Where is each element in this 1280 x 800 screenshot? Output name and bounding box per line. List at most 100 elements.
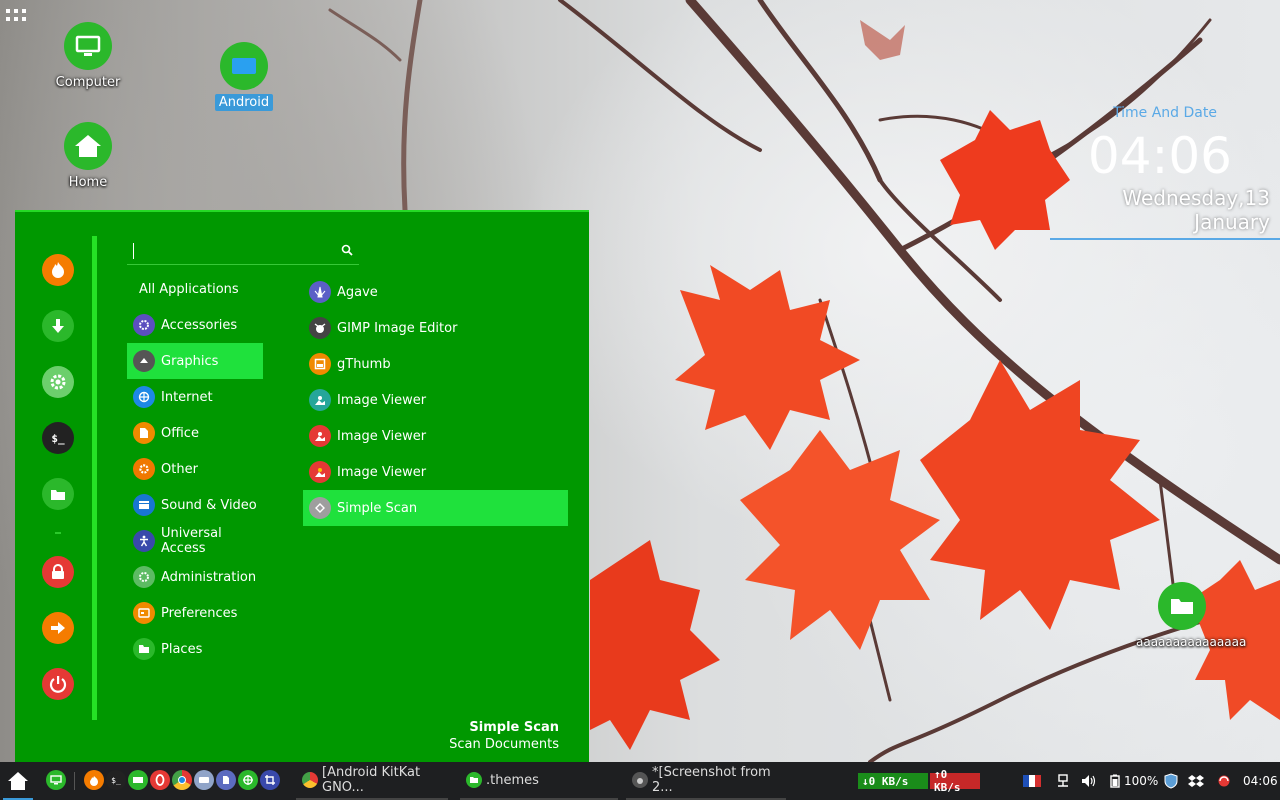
start-menu: $_ All Applications Accessories Graphics… <box>15 210 589 762</box>
fav-terminal-icon[interactable]: $_ <box>42 422 74 454</box>
task-label: .themes <box>486 772 539 788</box>
apps-grid-icon[interactable] <box>6 9 28 25</box>
category-graphics[interactable]: Graphics <box>127 343 263 379</box>
category-label: Places <box>161 641 203 657</box>
app-gimp[interactable]: GIMP Image Editor <box>303 310 568 346</box>
fav-download-icon[interactable] <box>42 310 74 342</box>
category-administration[interactable]: Administration <box>127 559 263 595</box>
app-agave[interactable]: Agave <box>303 274 568 310</box>
app-simple-scan[interactable]: Simple Scan <box>303 490 568 526</box>
fav-logout-icon[interactable] <box>42 612 74 644</box>
desktop-icon-folder[interactable]: aaaaaaaaaaaaaaa <box>1132 582 1246 650</box>
launcher-document-icon[interactable] <box>216 770 236 790</box>
desktop-icon-label: Computer <box>55 75 121 90</box>
category-internet[interactable]: Internet <box>127 379 263 415</box>
app-image-viewer-1[interactable]: Image Viewer <box>303 382 568 418</box>
task-label: [Android KitKat GNO... <box>322 765 421 795</box>
menu-button[interactable] <box>0 762 35 800</box>
app-image-viewer-2[interactable]: Image Viewer <box>303 418 568 454</box>
accessories-icon <box>133 314 155 336</box>
category-accessories[interactable]: Accessories <box>127 307 263 343</box>
category-label: Office <box>161 425 199 441</box>
desktop-icon-home[interactable]: Home <box>40 122 136 191</box>
gimp-icon <box>632 772 648 788</box>
category-universal-access[interactable]: Universal Access <box>127 523 263 559</box>
image-viewer-icon <box>309 461 331 483</box>
net-download-speed: ↓0 KB/s <box>858 773 928 789</box>
app-label: Agave <box>337 284 378 300</box>
home-icon <box>7 772 28 790</box>
category-preferences[interactable]: Preferences <box>127 595 263 631</box>
gthumb-icon <box>309 353 331 375</box>
category-label: Internet <box>161 389 213 405</box>
task-gimp-screenshot[interactable]: *[Screenshot from 2... <box>626 762 786 800</box>
menu-divider <box>92 236 97 720</box>
folder-icon <box>466 772 482 788</box>
launcher-screenshot-icon[interactable] <box>260 770 280 790</box>
launcher-opera-icon[interactable] <box>150 770 170 790</box>
category-other[interactable]: Other <box>127 451 263 487</box>
menu-search[interactable] <box>127 237 359 265</box>
category-label: Accessories <box>161 317 238 333</box>
favorites-separator <box>55 532 61 534</box>
preferences-icon <box>133 602 155 624</box>
fav-folder-icon[interactable] <box>42 478 74 510</box>
launcher-android-icon[interactable] <box>128 770 148 790</box>
fav-power-icon[interactable] <box>42 668 74 700</box>
category-all-applications[interactable]: All Applications <box>127 271 263 307</box>
launcher-network-icon[interactable] <box>238 770 258 790</box>
taskbar-clock[interactable]: 04:06 <box>1243 762 1278 800</box>
chrome-icon <box>302 772 318 788</box>
search-icon <box>341 244 353 256</box>
launcher-keyboard-icon[interactable] <box>194 770 214 790</box>
app-label: Image Viewer <box>337 428 427 444</box>
category-label: Administration <box>161 569 257 585</box>
clock-underline <box>1050 238 1280 240</box>
clock-date: Wednesday,13 January <box>1122 186 1270 234</box>
fav-firefox-icon[interactable] <box>42 254 74 286</box>
taskbar: $_ [Android KitKat GNO... .themes *[Scre… <box>0 762 1280 800</box>
keyboard-layout-flag-icon[interactable] <box>1022 772 1042 790</box>
clock-time: 04:06 <box>1087 127 1232 185</box>
app-gthumb[interactable]: gThumb <box>303 346 568 382</box>
battery-icon[interactable] <box>1108 772 1122 790</box>
selected-app-name: Simple Scan <box>469 720 559 735</box>
launcher-chrome-icon[interactable] <box>172 770 192 790</box>
menu-app-description: Simple Scan Scan Documents <box>449 720 559 752</box>
internet-icon <box>133 386 155 408</box>
gimp-icon <box>309 317 331 339</box>
category-label: Other <box>161 461 198 477</box>
launcher-terminal-icon[interactable]: $_ <box>106 770 126 790</box>
fav-settings-icon[interactable] <box>42 366 74 398</box>
desktop-icon-computer[interactable]: Computer <box>40 22 136 91</box>
clock-title: Time And Date <box>1113 105 1217 121</box>
fav-lock-icon[interactable] <box>42 556 74 588</box>
desktop-icon-android[interactable]: Android <box>196 42 292 111</box>
desktop-icon-label: aaaaaaaaaaaaaaa <box>1136 635 1247 649</box>
image-viewer-icon <box>309 425 331 447</box>
task-chrome-window[interactable]: [Android KitKat GNO... <box>296 762 448 800</box>
dropbox-icon[interactable] <box>1186 772 1206 790</box>
volume-icon[interactable] <box>1080 772 1098 790</box>
category-label: Preferences <box>161 605 238 621</box>
search-input[interactable] <box>133 243 323 259</box>
other-icon <box>133 458 155 480</box>
launcher-firefox-icon[interactable] <box>84 770 104 790</box>
category-office[interactable]: Office <box>127 415 263 451</box>
app-image-viewer-3[interactable]: Image Viewer <box>303 454 568 490</box>
app-label: gThumb <box>337 356 391 372</box>
task-themes-folder[interactable]: .themes <box>460 762 618 800</box>
task-label: *[Screenshot from 2... <box>652 765 771 795</box>
network-icon[interactable] <box>1054 772 1072 790</box>
administration-icon <box>133 566 155 588</box>
scanner-icon <box>309 497 331 519</box>
sound-video-icon <box>133 494 155 516</box>
sync-icon[interactable] <box>1214 772 1234 790</box>
category-sound-video[interactable]: Sound & Video <box>127 487 263 523</box>
favorites-sidebar: $_ <box>15 212 95 762</box>
launcher-computer-icon[interactable] <box>46 770 66 790</box>
home-icon <box>64 122 112 170</box>
app-label: GIMP Image Editor <box>337 320 458 336</box>
shield-icon[interactable] <box>1162 772 1180 790</box>
category-places[interactable]: Places <box>127 631 263 667</box>
